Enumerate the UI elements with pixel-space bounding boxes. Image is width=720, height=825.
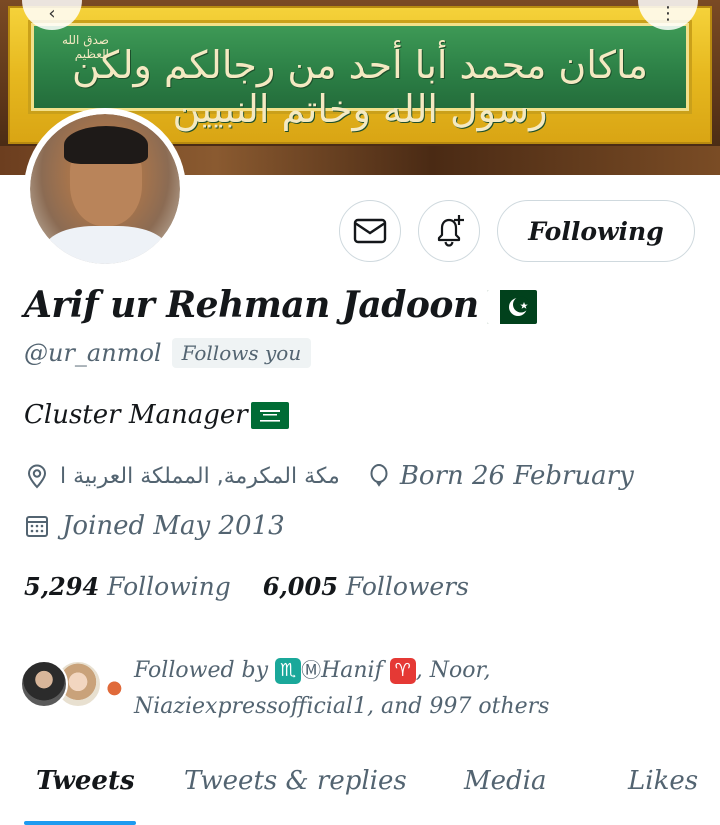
bio-row: Cluster Manager — [24, 400, 289, 430]
notifications-button[interactable] — [418, 200, 480, 262]
circled-m-icon: Ⓜ — [301, 658, 322, 682]
aries-icon: ♈ — [389, 658, 416, 684]
follows-you-badge: Follows you — [171, 338, 312, 368]
location-pin-icon — [27, 464, 47, 489]
active-tab-indicator — [24, 821, 136, 825]
tab-tweets-and-replies[interactable]: Tweets & replies — [184, 766, 407, 796]
profile-handle: @ur_anmol — [24, 339, 162, 367]
following-label: Following — [107, 572, 231, 601]
calendar-icon — [26, 516, 48, 537]
avatar-hair — [64, 126, 148, 164]
follow-stats: 5,294 Following 6,005 Followers — [24, 572, 469, 601]
profile-tabs: Tweets Tweets & replies Media Likes — [0, 752, 720, 825]
followed-by-text: Followed by ♏ ⓂHanif ♈, Noor, Niaziexpres… — [134, 652, 694, 725]
followed-by-separator: , — [415, 658, 423, 683]
followers-stat-link[interactable]: 6,005 Followers — [263, 572, 469, 601]
followed-by-line2: Niaziexpressofficial1, and 997 others — [134, 694, 550, 719]
tab-likes[interactable]: Likes — [628, 766, 698, 796]
chevron-left-icon: ‹ — [48, 3, 56, 24]
followed-by-section[interactable]: Followed by ♏ ⓂHanif ♈, Noor, Niaziexpres… — [20, 650, 720, 720]
tab-media[interactable]: Media — [464, 766, 546, 796]
following-stat-link[interactable]: 5,294 Following — [24, 572, 231, 601]
profile-avatar[interactable] — [24, 108, 186, 270]
bell-plus-icon — [437, 215, 464, 247]
follower-name-2: Noor, — [429, 658, 491, 683]
following-button[interactable]: Following — [497, 200, 695, 262]
avatar-photo — [30, 114, 180, 264]
profile-name: Arif ur Rehman Jadoon — [24, 284, 479, 326]
profile-bio: Cluster Manager — [24, 400, 248, 430]
banner-calligraphy-panel: صدق الله العظيم ماكان محمد أبا أحد من رج… — [28, 20, 692, 131]
saudi-arabia-flag-icon — [250, 401, 289, 429]
tab-tweets[interactable]: Tweets — [36, 766, 135, 796]
followers-count: 6,005 — [262, 572, 338, 601]
avatar-shirt — [44, 226, 168, 264]
envelope-icon — [353, 218, 387, 244]
follower-name-1: Hanif — [321, 658, 383, 683]
follower-avatar-1 — [20, 660, 68, 708]
profile-birthday: Born 26 February — [399, 461, 634, 491]
following-count: 5,294 — [24, 572, 100, 601]
pakistan-flag-icon — [486, 290, 537, 324]
profile-joined: Joined May 2013 — [62, 511, 285, 541]
followed-by-prefix: Followed by — [134, 658, 269, 683]
scorpio-icon: ♏ — [275, 658, 302, 684]
more-icon: ⋮ — [659, 3, 677, 24]
profile-name-row: Arif ur Rehman Jadoon — [24, 284, 537, 326]
message-button[interactable] — [339, 200, 401, 262]
meta-location-birthday: مكة المكرمة, المملكة العربية ا Born 26 F… — [24, 458, 634, 494]
profile-location: مكة المكرمة, المملكة العربية ا — [60, 463, 340, 489]
handle-row: @ur_anmol Follows you — [24, 338, 312, 368]
balloon-icon — [370, 464, 388, 487]
followers-label: Followers — [345, 572, 469, 601]
meta-joined: Joined May 2013 — [24, 508, 285, 544]
